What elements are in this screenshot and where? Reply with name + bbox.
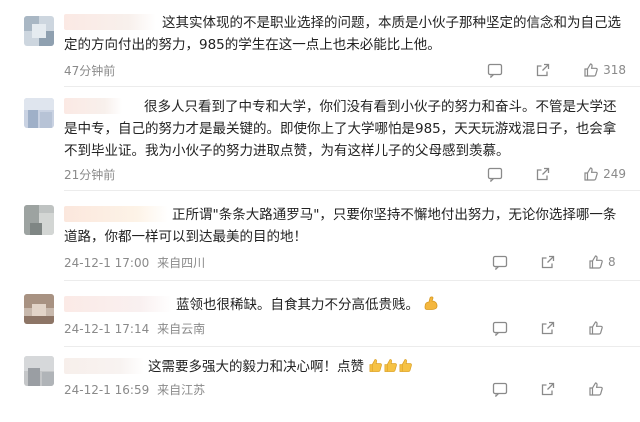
share-icon[interactable] [540,320,556,336]
like-count: 249 [603,167,626,181]
comment-body: 正所谓"条条大路通罗马"，只要你坚持不懈地付出努力，无论你选择哪一条道路，你都一… [64,207,617,245]
comment-body: 这需要多强大的毅力和决心啊！点赞 [148,359,364,375]
timestamp: 21分钟前 [64,168,116,182]
thumbs-up-emoji [383,358,398,380]
thumbs-up-icon[interactable] [588,320,604,336]
share-icon[interactable] [540,254,556,270]
avatar[interactable] [24,294,54,324]
divider [64,190,640,191]
comment-time: 47分钟前 [64,62,115,79]
divider [64,280,640,281]
location: 来自云南 [157,322,206,336]
thumbs-up-icon[interactable] [588,381,604,397]
timestamp: 24-12-1 17:14 [64,322,150,336]
comment-time: 24-12-1 17:00 来自四川 [64,254,205,271]
thumbs-up-emoji [368,358,383,380]
comment-actions [492,319,626,337]
comment-text: 这需要多强大的毅力和决心啊！点赞 [64,356,624,380]
reply-icon[interactable] [492,381,508,398]
avatar[interactable] [24,205,54,235]
comment-time: 21分钟前 [64,166,115,183]
comment-body: 这其实体现的不是职业选择的问题，本质是小伙子那种坚定的信念和为自己选定的方向付出… [64,15,621,53]
divider [64,346,640,347]
timestamp: 24-12-1 16:59 [64,383,150,397]
comment-body: 很多人只看到了中专和大学，你们没有看到小伙子的努力和奋斗。不管是大学还是中专，自… [64,99,617,159]
avatar[interactable] [24,98,54,128]
comment-time: 24-12-1 16:59 来自江苏 [64,381,205,398]
timestamp: 24-12-1 17:00 [64,256,150,270]
thumbs-up-icon[interactable] [588,254,604,270]
reply-icon[interactable] [492,254,508,271]
reply-icon[interactable] [487,62,503,79]
comment-time: 24-12-1 17:14 来自云南 [64,320,205,337]
flexed-arm-emoji [423,295,439,318]
thumbs-up-emoji [398,358,413,380]
share-icon[interactable] [535,166,551,182]
thumbs-up-icon[interactable] [583,62,599,78]
reply-icon[interactable] [487,166,503,183]
comment-text: 很多人只看到了中专和大学，你们没有看到小伙子的努力和奋斗。不管是大学还是中专，自… [64,96,624,162]
share-icon[interactable] [535,62,551,78]
comment-actions [492,380,626,398]
comment-text: 这其实体现的不是职业选择的问题，本质是小伙子那种坚定的信念和为自己选定的方向付出… [64,12,624,56]
comment-text: 蓝领也很稀缺。自食其力不分高低贵贱。 [64,294,624,318]
thumbs-up-icon[interactable] [583,166,599,182]
comment-actions: 249 [487,165,626,183]
avatar[interactable] [24,356,54,386]
avatar[interactable] [24,16,54,46]
location: 来自江苏 [157,383,206,397]
reply-icon[interactable] [492,320,508,337]
like-count: 318 [603,63,626,77]
location: 来自四川 [157,256,206,270]
comment-text: 正所谓"条条大路通罗马"，只要你坚持不懈地付出努力，无论你选择哪一条道路，你都一… [64,204,624,248]
comment-actions: 8 [492,253,626,271]
like-count: 8 [608,255,616,269]
divider [64,86,640,87]
comment-body: 蓝领也很稀缺。自食其力不分高低贵贱。 [176,297,419,313]
share-icon[interactable] [540,381,556,397]
timestamp: 47分钟前 [64,64,116,78]
comment-actions: 318 [487,61,626,79]
